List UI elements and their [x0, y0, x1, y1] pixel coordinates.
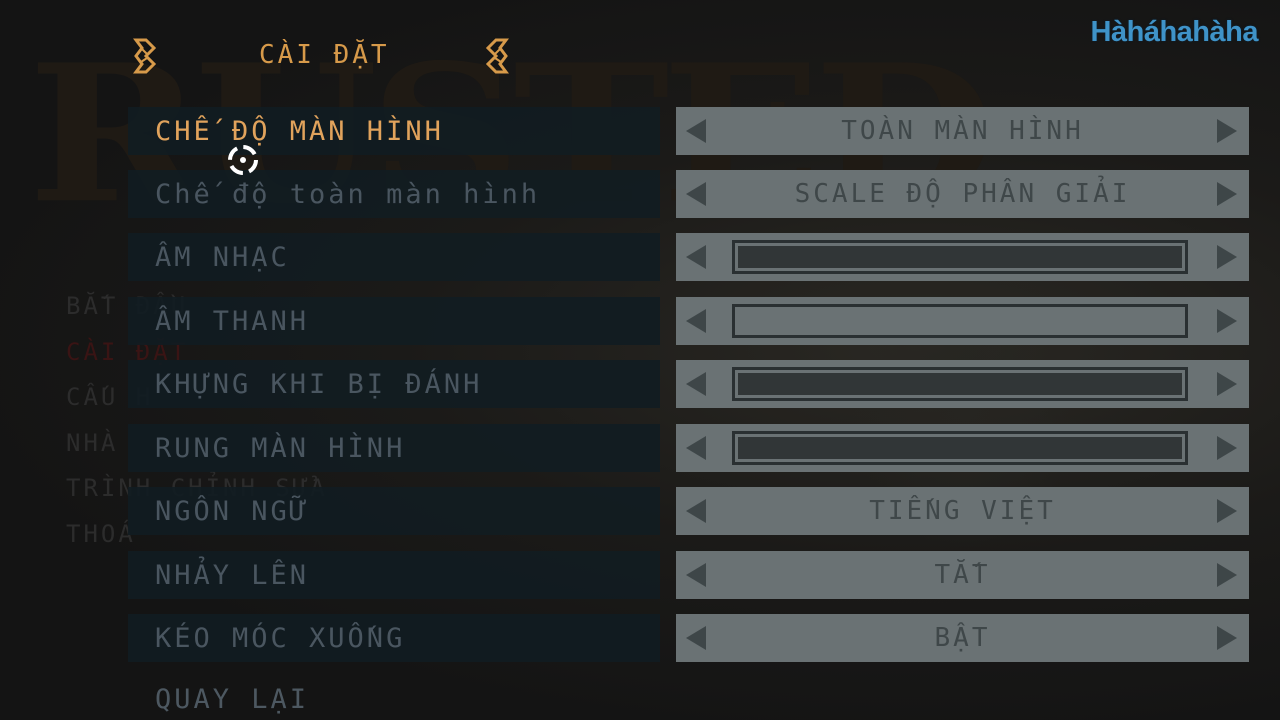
setting-value-control[interactable]: BẬT	[676, 614, 1249, 662]
setting-value-control[interactable]: TOÀN MÀN HÌNH	[676, 107, 1249, 155]
setting-label[interactable]: RUNG MÀN HÌNH	[128, 424, 660, 472]
setting-label[interactable]: CHẾ ĐỘ MÀN HÌNH	[128, 107, 660, 155]
arrow-left-icon[interactable]	[686, 119, 706, 143]
setting-value-text: TIẾNG VIỆT	[869, 496, 1056, 526]
setting-label[interactable]: ÂM THANH	[128, 297, 660, 345]
volume-slider[interactable]	[732, 240, 1188, 274]
arrow-right-icon[interactable]	[1217, 436, 1237, 460]
arrow-left-icon[interactable]	[686, 436, 706, 460]
setting-value-text: SCALE ĐỘ PHÂN GIẢI	[794, 179, 1131, 209]
setting-label[interactable]: KHỰNG KHI BỊ ĐÁNH	[128, 360, 660, 408]
arrow-left-icon[interactable]	[686, 499, 706, 523]
leaf-ornament-icon	[133, 38, 157, 74]
arrow-right-icon[interactable]	[1217, 309, 1237, 333]
setting-label[interactable]: Chế độ toàn màn hình	[128, 170, 660, 218]
setting-label[interactable]: NGÔN NGỮ	[128, 487, 660, 535]
arrow-left-icon[interactable]	[686, 563, 706, 587]
volume-slider[interactable]	[732, 431, 1188, 465]
arrow-left-icon[interactable]	[686, 245, 706, 269]
crosshair-cursor-icon	[228, 145, 258, 175]
setting-label[interactable]: NHẢY LÊN	[128, 551, 660, 599]
volume-slider[interactable]	[732, 367, 1188, 401]
slider-fill	[738, 373, 1182, 395]
arrow-left-icon[interactable]	[686, 372, 706, 396]
watermark-text: Hàháhahàha	[1090, 16, 1259, 48]
arrow-left-icon[interactable]	[686, 626, 706, 650]
setting-value-control[interactable]	[676, 297, 1249, 345]
setting-label[interactable]: KÉO MÓC XUỐNG	[128, 614, 660, 662]
arrow-left-icon[interactable]	[686, 309, 706, 333]
arrow-right-icon[interactable]	[1217, 372, 1237, 396]
setting-value-text: TẮT	[934, 560, 991, 590]
setting-label[interactable]: ÂM NHẠC	[128, 233, 660, 281]
setting-value-control[interactable]	[676, 233, 1249, 281]
setting-value-text: TOÀN MÀN HÌNH	[841, 116, 1084, 146]
slider-fill	[738, 437, 1182, 459]
setting-value-control[interactable]: TIẾNG VIỆT	[676, 487, 1249, 535]
back-button[interactable]: QUAY LẠI	[155, 684, 309, 715]
arrow-right-icon[interactable]	[1217, 245, 1237, 269]
arrow-right-icon[interactable]	[1217, 499, 1237, 523]
arrow-left-icon[interactable]	[686, 182, 706, 206]
setting-value-control[interactable]: TẮT	[676, 551, 1249, 599]
leaf-ornament-icon	[485, 38, 509, 74]
setting-value-text: BẬT	[934, 623, 991, 653]
page-title: CÀI ĐẶT	[259, 40, 390, 70]
setting-value-control[interactable]	[676, 424, 1249, 472]
setting-value-control[interactable]	[676, 360, 1249, 408]
setting-value-control[interactable]: SCALE ĐỘ PHÂN GIẢI	[676, 170, 1249, 218]
slider-fill	[738, 246, 1182, 268]
arrow-right-icon[interactable]	[1217, 119, 1237, 143]
arrow-right-icon[interactable]	[1217, 563, 1237, 587]
arrow-right-icon[interactable]	[1217, 626, 1237, 650]
arrow-right-icon[interactable]	[1217, 182, 1237, 206]
volume-slider[interactable]	[732, 304, 1188, 338]
